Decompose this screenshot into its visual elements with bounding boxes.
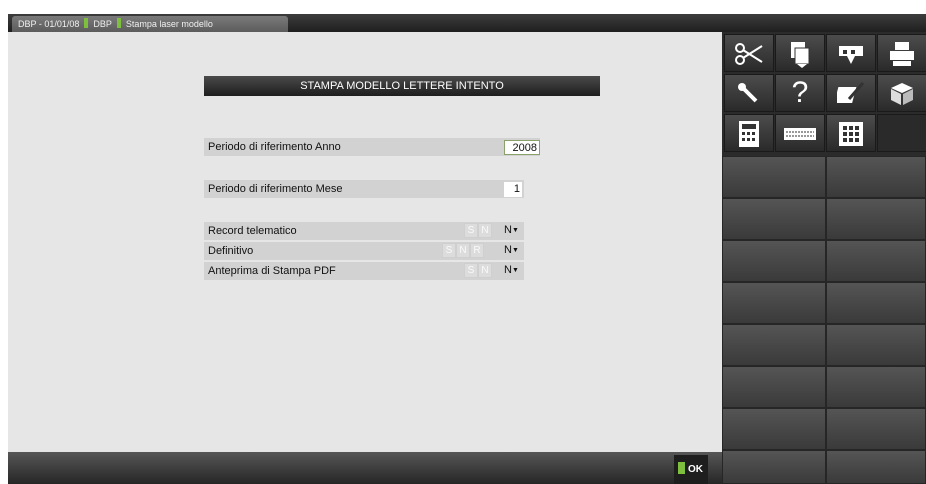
definitivo-option-r[interactable]: R	[470, 243, 484, 258]
tab-separator	[84, 18, 89, 28]
record-label: Record telematico	[208, 225, 297, 237]
dropdown-arrow-icon: ▼	[511, 267, 519, 274]
record-options: S N	[464, 223, 492, 238]
empty-tool-button[interactable]	[877, 114, 926, 152]
grid-icon[interactable]	[826, 114, 876, 152]
ok-indicator-icon	[678, 462, 685, 474]
copy-icon[interactable]	[775, 34, 825, 72]
function-button[interactable]	[722, 156, 826, 198]
anno-row: Periodo di riferimento Anno	[204, 138, 540, 156]
dropdown-arrow-icon: ▼	[511, 227, 519, 234]
edit-icon[interactable]	[826, 74, 876, 112]
active-tab[interactable]: DBP - 01/01/08 DBP Stampa laser modello	[12, 16, 288, 32]
paste-icon[interactable]	[826, 34, 876, 72]
function-button[interactable]	[826, 324, 926, 366]
keyboard-icon[interactable]	[775, 114, 825, 152]
calculator-icon[interactable]	[724, 114, 774, 152]
definitivo-label: Definitivo	[208, 245, 254, 257]
function-button[interactable]	[826, 198, 926, 240]
tab-segment-company: DBP - 01/01/08	[18, 19, 80, 29]
ok-label: OK	[688, 464, 703, 475]
print-icon[interactable]	[877, 34, 926, 72]
definitivo-options: S N R	[442, 243, 484, 258]
function-button[interactable]	[722, 450, 826, 484]
definitivo-select[interactable]: N▼	[504, 243, 519, 258]
function-button[interactable]	[826, 156, 926, 198]
function-button[interactable]	[826, 408, 926, 450]
mese-field[interactable]: 1	[504, 182, 522, 197]
record-value: N	[504, 224, 512, 236]
mese-label: Periodo di riferimento Mese	[208, 183, 343, 195]
side-toolbar: ?	[722, 32, 926, 484]
definitivo-option-s[interactable]: S	[442, 243, 456, 258]
function-button[interactable]	[722, 324, 826, 366]
dropdown-arrow-icon: ▼	[511, 247, 519, 254]
record-option-s[interactable]: S	[464, 223, 478, 238]
record-option-n[interactable]: N	[478, 223, 492, 238]
anteprima-option-n[interactable]: N	[478, 263, 492, 278]
tab-segment-code: DBP	[93, 19, 112, 29]
function-button[interactable]	[722, 366, 826, 408]
definitivo-value: N	[504, 244, 512, 256]
bottom-bar	[8, 452, 722, 484]
tab-bar: DBP - 01/01/08 DBP Stampa laser modello	[8, 14, 926, 32]
function-button[interactable]	[826, 450, 926, 484]
anteprima-options: S N	[464, 263, 492, 278]
cube-icon[interactable]	[877, 74, 926, 112]
mese-row: Periodo di riferimento Mese	[204, 180, 524, 198]
function-button[interactable]	[722, 240, 826, 282]
anteprima-select[interactable]: N▼	[504, 263, 519, 278]
help-icon[interactable]: ?	[775, 74, 825, 112]
scissors-icon[interactable]	[724, 34, 774, 72]
anno-field[interactable]: 2008	[504, 140, 540, 155]
anteprima-option-s[interactable]: S	[464, 263, 478, 278]
form-title: STAMPA MODELLO LETTERE INTENTO	[204, 76, 600, 96]
form-area: STAMPA MODELLO LETTERE INTENTO Periodo d…	[8, 32, 722, 452]
ok-button[interactable]: OK	[674, 455, 708, 484]
wrench-icon[interactable]	[724, 74, 774, 112]
function-button[interactable]	[826, 240, 926, 282]
function-button[interactable]	[722, 282, 826, 324]
function-button[interactable]	[722, 198, 826, 240]
function-button[interactable]	[826, 366, 926, 408]
anteprima-label: Anteprima di Stampa PDF	[208, 265, 336, 277]
anno-label: Periodo di riferimento Anno	[208, 141, 341, 153]
definitivo-option-n[interactable]: N	[456, 243, 470, 258]
function-button[interactable]	[722, 408, 826, 450]
function-button[interactable]	[826, 282, 926, 324]
record-select[interactable]: N▼	[504, 223, 519, 238]
anteprima-value: N	[504, 264, 512, 276]
tab-separator	[116, 18, 121, 28]
tab-segment-title: Stampa laser modello	[125, 19, 213, 29]
